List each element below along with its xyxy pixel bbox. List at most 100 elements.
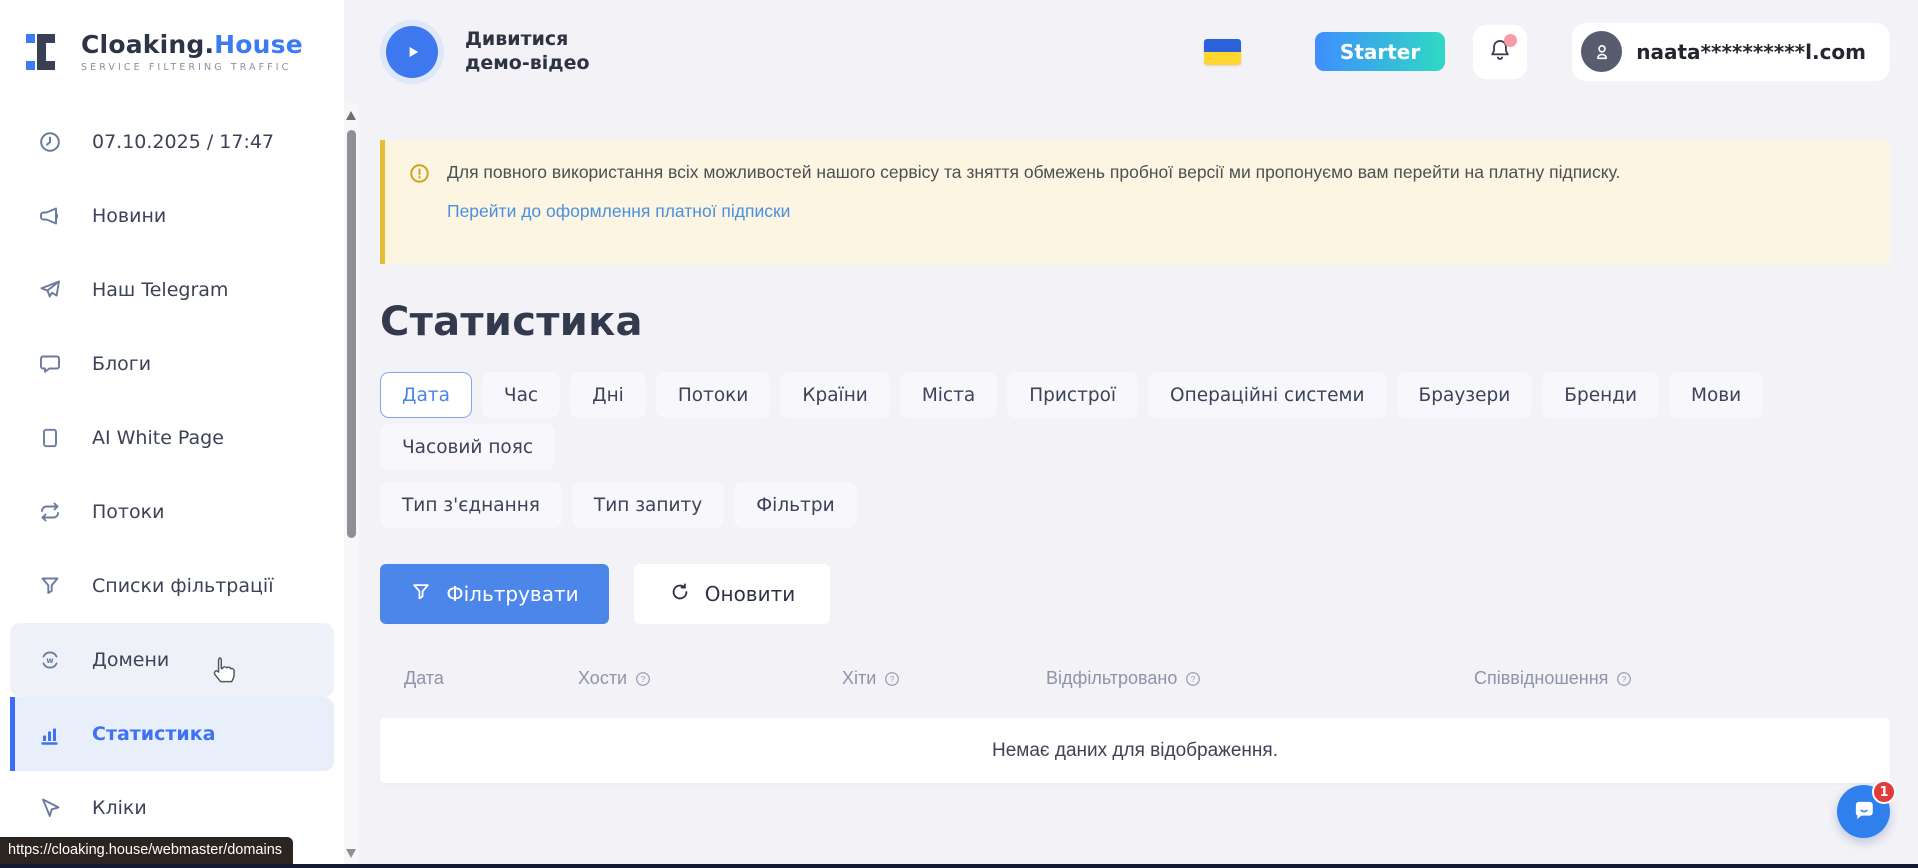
tab-languages[interactable]: Мови (1669, 372, 1763, 418)
sidebar-item-label: 07.10.2025 / 17:47 (92, 131, 274, 153)
tab-devices[interactable]: Пристрої (1007, 372, 1138, 418)
warning-circle-icon (408, 162, 431, 244)
tab-streams[interactable]: Потоки (656, 372, 771, 418)
window-bottom-edge (0, 864, 1918, 868)
table-empty-state: Немає даних для відображення. (380, 718, 1890, 783)
logo[interactable]: Cloaking.House SERVICE FILTERING TRAFFIC (0, 0, 344, 103)
help-question-icon[interactable]: ? (634, 670, 652, 688)
brand-tagline: SERVICE FILTERING TRAFFIC (81, 62, 303, 73)
sidebar-item-streams[interactable]: Потоки (10, 475, 334, 549)
webmaster-w-icon: w (38, 648, 62, 672)
tab-cities[interactable]: Міста (900, 372, 997, 418)
tab-browsers[interactable]: Браузери (1397, 372, 1533, 418)
megaphone-icon (38, 204, 62, 228)
sidebar-item-filter-lists[interactable]: Списки фільтрації (10, 549, 334, 623)
cursor-icon (38, 796, 62, 820)
page-icon (38, 426, 62, 450)
bar-chart-icon (38, 722, 62, 746)
tab-request-type[interactable]: Тип запиту (572, 482, 724, 528)
sidebar-item-datetime: 07.10.2025 / 17:47 (10, 105, 334, 179)
refresh-button[interactable]: Оновити (634, 564, 830, 624)
column-header-date: Дата (404, 668, 444, 689)
sidebar-item-label: Наш Telegram (92, 279, 228, 301)
svg-text:?: ? (1622, 674, 1627, 683)
svg-text:?: ? (890, 674, 895, 683)
brand-name-primary: Cloaking. (81, 30, 214, 59)
filter-button[interactable]: Фільтрувати (380, 564, 609, 624)
upgrade-subscription-link[interactable]: Перейти до оформлення платної підписки (447, 201, 790, 222)
help-question-icon[interactable]: ? (1184, 670, 1202, 688)
column-header-hosts: Хости ? (578, 668, 652, 689)
paper-plane-icon (38, 278, 62, 302)
help-question-icon[interactable]: ? (1615, 670, 1633, 688)
notification-dot (1504, 34, 1517, 47)
main-area: Дивитися демо-відео Starter (359, 0, 1918, 868)
statistics-filter-tabs: Дата Час Дні Потоки Країни Міста Пристро… (380, 372, 1890, 528)
tab-date[interactable]: Дата (380, 372, 472, 418)
scrollbar-down-arrow-icon[interactable] (346, 849, 356, 858)
notifications-button[interactable] (1473, 25, 1527, 79)
sidebar-item-label: Статистика (92, 723, 215, 745)
language-flag-ukraine[interactable] (1204, 39, 1241, 65)
trial-banner: Для повного використання всіх можливосте… (380, 140, 1890, 264)
sidebar-item-domains[interactable]: w Домени (10, 623, 334, 697)
tab-brands[interactable]: Бренди (1542, 372, 1659, 418)
sidebar-item-label: Кліки (92, 797, 147, 819)
scrollbar-thumb[interactable] (347, 130, 356, 538)
tab-connection-type[interactable]: Тип з'єднання (380, 482, 562, 528)
topbar: Дивитися демо-відео Starter (380, 0, 1890, 103)
svg-text:?: ? (1191, 674, 1196, 683)
svg-text:?: ? (641, 674, 646, 683)
sidebar-nav: 07.10.2025 / 17:47 Новини Наш Telegram (0, 103, 344, 845)
sidebar-item-label: AI White Page (92, 427, 224, 449)
tab-countries[interactable]: Країни (780, 372, 889, 418)
person-icon (1581, 31, 1622, 72)
chat-unread-badge: 1 (1872, 780, 1896, 804)
brand-name: Cloaking.House (81, 30, 303, 59)
demo-video-button[interactable]: Дивитися демо-відео (380, 20, 597, 84)
sidebar-item-label: Новини (92, 205, 166, 227)
page-title: Статистика (380, 299, 1890, 345)
svg-text:w: w (46, 656, 54, 665)
sidebar-item-news[interactable]: Новини (10, 179, 334, 253)
statistics-table-header: Дата Хости ? Хіти ? Відфільтровано ? (380, 668, 1890, 698)
brand-name-accent: House (214, 30, 303, 59)
tab-filters[interactable]: Фільтри (734, 482, 856, 528)
column-header-filtered: Відфільтровано ? (1046, 668, 1202, 689)
sync-icon (38, 500, 62, 524)
refresh-icon (669, 581, 691, 608)
sidebar-item-blogs[interactable]: Блоги (10, 327, 334, 401)
clock-icon (38, 130, 62, 154)
column-header-ratio: Співвідношення ? (1474, 668, 1633, 689)
help-question-icon[interactable]: ? (883, 670, 901, 688)
sidebar-item-statistics[interactable]: Статистика (10, 697, 334, 771)
tab-time[interactable]: Час (482, 372, 560, 418)
sidebar-item-label: Списки фільтрації (92, 575, 273, 597)
app-window: Cloaking.House SERVICE FILTERING TRAFFIC… (0, 0, 1918, 868)
tab-operating-systems[interactable]: Операційні системи (1148, 372, 1387, 418)
empty-message: Немає даних для відображення. (992, 740, 1278, 762)
user-account-button[interactable]: naata**********l.com (1572, 23, 1890, 81)
logo-icon (24, 30, 68, 74)
sidebar-item-label: Потоки (92, 501, 164, 523)
funnel-icon (38, 574, 62, 598)
demo-video-label: Дивитися демо-відео (465, 28, 597, 76)
link-preview-statusbar: https://cloaking.house/webmaster/domains (0, 837, 293, 864)
scrollbar-up-arrow-icon[interactable] (346, 111, 356, 120)
chat-bubble-icon (38, 352, 62, 376)
chat-widget-button[interactable]: 1 (1837, 785, 1890, 838)
trial-banner-message: Для повного використання всіх можливосте… (447, 161, 1620, 185)
sidebar-item-telegram[interactable]: Наш Telegram (10, 253, 334, 327)
tab-days[interactable]: Дні (570, 372, 646, 418)
tab-timezone[interactable]: Часовий пояс (380, 424, 555, 470)
sidebar-scrollbar[interactable] (344, 103, 359, 868)
play-icon[interactable] (386, 26, 438, 78)
funnel-icon (410, 581, 432, 608)
sidebar-item-label: Блоги (92, 353, 151, 375)
sidebar: Cloaking.House SERVICE FILTERING TRAFFIC… (0, 0, 344, 868)
sidebar-item-ai-white-page[interactable]: AI White Page (10, 401, 334, 475)
plan-badge-button[interactable]: Starter (1315, 32, 1445, 71)
sidebar-item-label: Домени (92, 649, 169, 671)
column-header-hits: Хіти ? (842, 668, 901, 689)
sidebar-item-clicks[interactable]: Кліки (10, 771, 334, 845)
